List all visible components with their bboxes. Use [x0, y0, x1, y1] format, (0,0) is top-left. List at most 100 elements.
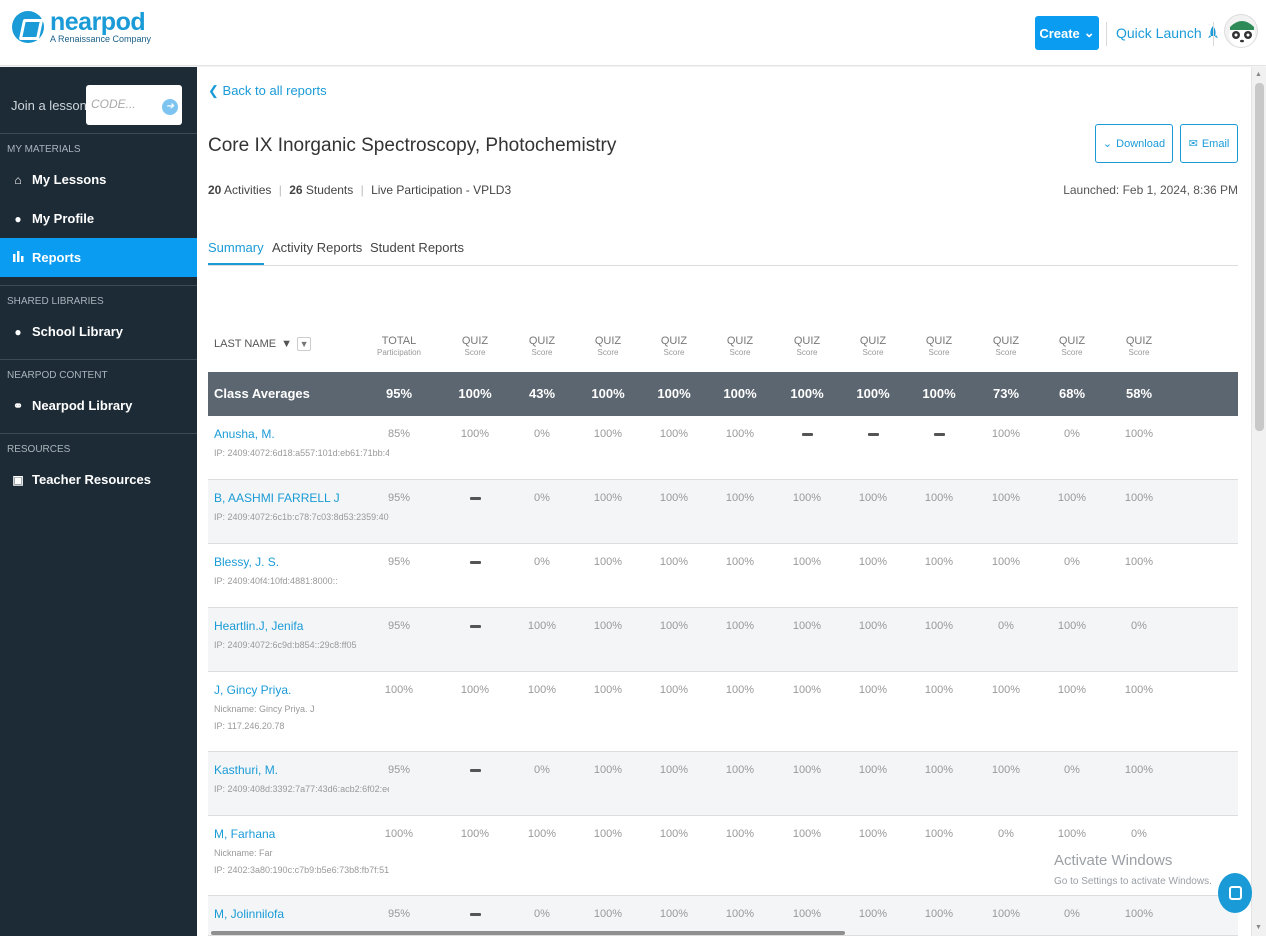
- no-response-dash-icon: [909, 428, 969, 440]
- vertical-scrollbar[interactable]: ▲ ▼: [1251, 67, 1266, 936]
- column-header-subtitle: Participation: [376, 348, 422, 357]
- column-header[interactable]: QUIZ Score: [710, 335, 770, 359]
- score-cell: 100%: [991, 556, 1021, 568]
- score-cell: 100%: [991, 908, 1021, 920]
- horizontal-scrollbar[interactable]: [211, 931, 845, 935]
- score-cell: 100%: [1057, 684, 1087, 696]
- student-ip: IP: 2409:4072:6d18:a557:101d:eb61:71bb:4: [214, 448, 389, 458]
- table-row: Kasthuri, M. IP: 2409:408d:3392:7a77:43d6…: [208, 752, 1238, 816]
- student-name-link[interactable]: J, Gincy Priya.: [214, 683, 291, 697]
- score-cell: 100%: [725, 620, 755, 632]
- column-header-subtitle: Score: [862, 348, 884, 357]
- create-button[interactable]: Create ⌄: [1035, 16, 1099, 50]
- top-bar: nearpod A Renaissance Company Create ⌄ Q…: [0, 0, 1266, 66]
- class-averages-label: Class Averages: [214, 386, 310, 401]
- score-cell: 100%: [384, 828, 414, 840]
- student-name-link[interactable]: B, AASHMI FARRELL J: [214, 491, 340, 505]
- score-cell: 100%: [593, 428, 623, 440]
- column-header[interactable]: QUIZ Score: [512, 335, 572, 359]
- score-cell: 100%: [991, 684, 1021, 696]
- column-header[interactable]: QUIZ Score: [777, 335, 837, 359]
- nearpod-logo-icon: [12, 11, 44, 43]
- column-header[interactable]: QUIZ Score: [1042, 335, 1102, 359]
- score-cell: 100%: [725, 764, 755, 776]
- student-name-link[interactable]: Heartlin.J, Jenifa: [214, 619, 303, 633]
- student-name-link[interactable]: M, Jolinnilofa: [214, 907, 284, 921]
- average-value: 95%: [385, 386, 413, 401]
- compass-icon: ⚭: [12, 398, 24, 413]
- average-value: 43%: [528, 386, 556, 401]
- score-cell: 95%: [387, 908, 411, 920]
- download-button[interactable]: ⌄ Download: [1095, 124, 1173, 163]
- students-count: 26: [289, 183, 303, 197]
- chevron-left-icon: ❮: [208, 83, 219, 98]
- score-cell: 0%: [1131, 828, 1147, 840]
- quick-launch-button[interactable]: Quick Launch: [1116, 25, 1218, 41]
- score-cell: 100%: [659, 908, 689, 920]
- section-heading-shared-libraries: SHARED LIBRARIES: [7, 296, 104, 307]
- student-nickname: Nickname: Far: [214, 848, 273, 858]
- student-name-link[interactable]: Kasthuri, M.: [214, 763, 278, 777]
- activate-windows-title: Activate Windows: [1054, 852, 1173, 869]
- sidebar-item-reports[interactable]: Reports: [0, 238, 197, 277]
- column-header[interactable]: QUIZ Score: [843, 335, 903, 359]
- chevron-down-icon: ⌄: [1102, 138, 1113, 150]
- sidebar-item-nearpod-library[interactable]: ⚭ Nearpod Library: [0, 386, 197, 425]
- join-code-input[interactable]: CODE... ➜: [86, 85, 182, 125]
- chat-support-button[interactable]: [1218, 873, 1252, 913]
- sidebar-item-teacher-resources[interactable]: ▣ Teacher Resources: [0, 460, 197, 499]
- column-header[interactable]: TOTAL Participation: [369, 335, 429, 359]
- filter-icon[interactable]: ▼: [297, 337, 312, 351]
- column-header[interactable]: QUIZ Score: [1109, 335, 1169, 359]
- column-header[interactable]: QUIZ Score: [909, 335, 969, 359]
- column-header[interactable]: QUIZ Score: [578, 335, 638, 359]
- score-cell: 100%: [527, 684, 557, 696]
- score-cell: 0%: [998, 620, 1014, 632]
- column-header[interactable]: QUIZ Score: [644, 335, 704, 359]
- chat-bubble-icon: [1228, 886, 1242, 900]
- join-lesson-label: Join a lesson: [11, 98, 87, 113]
- score-cell: 100%: [659, 428, 689, 440]
- student-name-link[interactable]: Anusha, M.: [214, 427, 275, 441]
- tab-activity-reports[interactable]: Activity Reports: [272, 240, 362, 263]
- score-cell: 85%: [387, 428, 411, 440]
- average-value: 100%: [657, 386, 691, 401]
- table-header: LAST NAME ▼ ▼ TOTAL Participation QUIZ Scor…: [208, 329, 1238, 372]
- average-value: 100%: [458, 386, 492, 401]
- brand-tagline: A Renaissance Company: [50, 34, 152, 44]
- score-cell: 0%: [534, 492, 550, 504]
- back-to-reports-link[interactable]: ❮ Back to all reports: [208, 83, 327, 99]
- student-name-link[interactable]: M, Farhana: [214, 827, 275, 841]
- back-label: Back to all reports: [222, 83, 327, 98]
- column-header[interactable]: QUIZ Score: [445, 335, 505, 359]
- nearpod-logo[interactable]: nearpod A Renaissance Company: [12, 10, 151, 44]
- score-cell: 0%: [534, 908, 550, 920]
- scroll-down-arrow-icon[interactable]: ▼: [1255, 924, 1262, 931]
- score-cell: 100%: [659, 556, 689, 568]
- class-averages-row: Class Averages 95% 100% 43% 100% 100% 100% 100…: [208, 372, 1238, 416]
- scroll-up-arrow-icon[interactable]: ▲: [1255, 71, 1262, 78]
- column-header-title: QUIZ: [1058, 335, 1086, 347]
- sidebar-item-my-lessons[interactable]: ⌂ My Lessons: [0, 160, 197, 199]
- column-header[interactable]: QUIZ Score: [976, 335, 1036, 359]
- average-value: 100%: [591, 386, 625, 401]
- sidebar-item-my-profile[interactable]: ● My Profile: [0, 199, 197, 238]
- student-name-link[interactable]: Blessy, J. S.: [214, 555, 279, 569]
- tab-summary[interactable]: Summary: [208, 240, 264, 265]
- score-cell: 100%: [1124, 556, 1154, 568]
- scrollbar-thumb[interactable]: [1255, 83, 1264, 431]
- score-cell: 100%: [593, 620, 623, 632]
- score-cell: 100%: [460, 428, 490, 440]
- score-cell: 100%: [593, 908, 623, 920]
- sidebar-item-school-library[interactable]: ● School Library: [0, 312, 197, 351]
- last-name-header[interactable]: LAST NAME ▼ ▼: [214, 337, 312, 351]
- tab-student-reports[interactable]: Student Reports: [370, 240, 464, 263]
- user-avatar[interactable]: [1224, 14, 1258, 48]
- no-response-dash-icon: [445, 764, 505, 776]
- go-arrow-icon[interactable]: ➜: [162, 99, 178, 115]
- chevron-down-icon: ⌄: [1083, 25, 1095, 40]
- email-button[interactable]: ✉ Email: [1180, 124, 1238, 163]
- no-response-dash-icon: [445, 908, 505, 920]
- score-cell: 100%: [460, 828, 490, 840]
- no-response-dash-icon: [777, 428, 837, 440]
